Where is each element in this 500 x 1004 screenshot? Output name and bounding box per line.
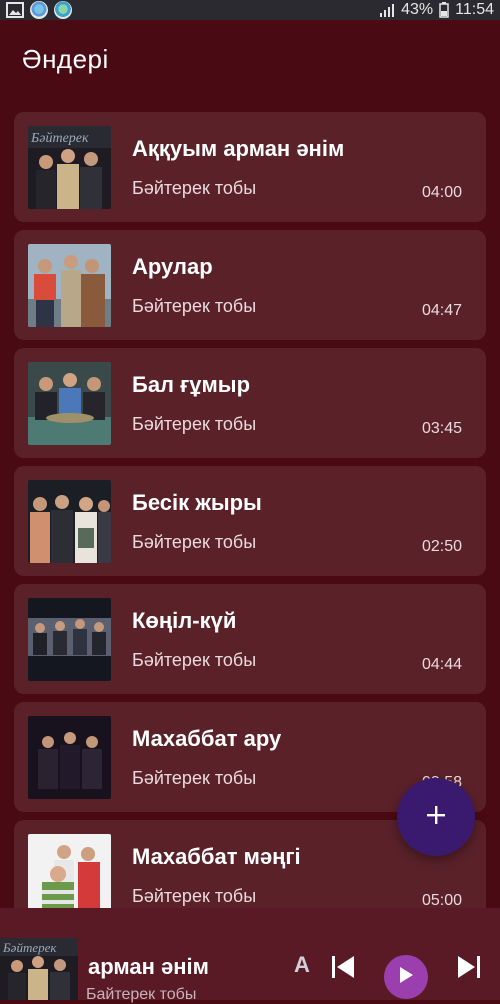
song-duration: 04:47 — [421, 302, 462, 319]
song-title: Махаббат мәңгі — [132, 844, 301, 869]
play-button[interactable] — [384, 955, 428, 999]
app-notification-icon — [30, 1, 48, 19]
song-artist: Бәйтерек тобы — [132, 650, 257, 670]
album-art: Бәйтерек — [28, 126, 111, 209]
song-artist: Бәйтерек тобы — [132, 178, 257, 198]
song-artist: Бәйтерек тобы — [132, 768, 257, 788]
skip-next-icon — [455, 954, 483, 985]
battery-icon — [439, 2, 449, 18]
song-artist: Бәйтерек тобы — [132, 532, 257, 552]
album-art — [28, 716, 111, 799]
song-title: Махаббат ару — [132, 726, 282, 751]
status-left — [6, 0, 72, 20]
album-art — [28, 244, 111, 327]
skip-previous-icon — [329, 954, 357, 985]
next-button[interactable] — [452, 952, 486, 986]
album-art — [28, 480, 111, 563]
song-item[interactable]: Бәйтерек Аққуым арман әнім Бәйтерек тобы… — [14, 112, 486, 222]
now-playing-title: арман әнім — [88, 954, 209, 979]
song-item[interactable]: Көңіл-күй Бәйтерек тобы 04:44 — [14, 584, 486, 694]
status-right: 43% 11:54 — [379, 0, 494, 20]
now-playing-thumb-caption: Бәйтерек — [2, 940, 57, 955]
song-duration: 04:00 — [421, 184, 462, 201]
album-art-caption: Бәйтерек — [30, 131, 89, 146]
song-artist: Бәйтерек тобы — [132, 296, 257, 316]
song-duration: 05:00 — [421, 892, 462, 908]
album-art — [28, 362, 111, 445]
battery-percent: 43% — [401, 1, 434, 18]
plus-icon — [425, 804, 447, 831]
signal-icon — [379, 3, 395, 17]
now-playing-album-art: Бәйтерек — [0, 938, 78, 1000]
song-duration: 02:50 — [421, 538, 462, 555]
status-bar: 43% 11:54 — [0, 0, 500, 20]
song-artist: Бәйтерек тобы — [132, 414, 257, 434]
previous-button[interactable] — [326, 952, 360, 986]
song-artist: Бәйтерек тобы — [132, 886, 257, 906]
status-time: 11:54 — [455, 1, 494, 18]
song-title: Көңіл-күй — [132, 608, 237, 633]
add-song-button[interactable] — [397, 778, 475, 856]
song-item[interactable]: Бесік жыры Бәйтерек тобы 02:50 — [14, 466, 486, 576]
song-title: Бесік жыры — [132, 490, 262, 515]
album-art — [28, 834, 111, 908]
song-item[interactable]: Бал ғұмыр Бәйтерек тобы 03:45 — [14, 348, 486, 458]
gallery-notification-icon — [6, 2, 24, 18]
song-duration: 03:45 — [421, 420, 462, 437]
app-notification-icon-2 — [54, 1, 72, 19]
song-title: Бал ғұмыр — [132, 372, 251, 397]
play-icon — [397, 965, 415, 990]
song-title: Арулар — [132, 254, 213, 279]
page-title: Әндері — [22, 44, 109, 74]
now-playing-artist: Байтерек тобы — [86, 986, 197, 1003]
song-title: Аққуым арман әнім — [132, 136, 345, 161]
song-duration: 04:44 — [421, 656, 462, 673]
song-item[interactable]: Арулар Бәйтерек тобы 04:47 — [14, 230, 486, 340]
now-playing-title-marquee: А — [294, 952, 310, 977]
album-art — [28, 598, 111, 681]
